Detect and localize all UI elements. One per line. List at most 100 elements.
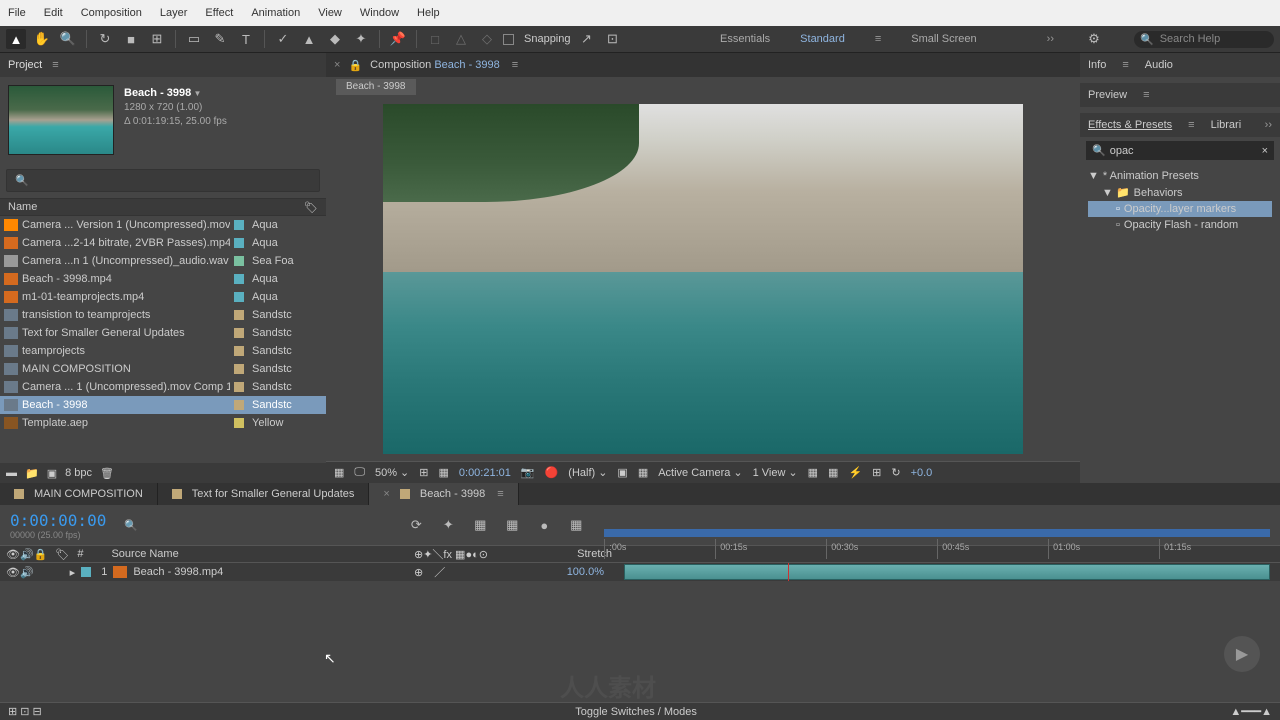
resolution-dropdown[interactable]: (Half) ⌄ bbox=[568, 466, 607, 479]
view-dropdown[interactable]: 1 View ⌄ bbox=[753, 466, 798, 479]
snapping-checkbox[interactable] bbox=[503, 34, 514, 45]
snap-option-icon[interactable]: ↗ bbox=[577, 29, 597, 49]
av-toggles-icon[interactable]: 👁🔊🔒 bbox=[6, 548, 47, 561]
toggle-switches-button[interactable]: Toggle Switches / Modes bbox=[575, 706, 697, 718]
workspace-essentials[interactable]: Essentials bbox=[720, 33, 770, 45]
bpc-label[interactable]: 8 bpc bbox=[65, 467, 92, 479]
source-col[interactable]: Source Name bbox=[111, 548, 178, 560]
roto-tool-icon[interactable]: ✦ bbox=[351, 29, 371, 49]
project-item[interactable]: teamprojects Sandstc bbox=[0, 342, 326, 360]
panel-menu-icon[interactable]: ≡ bbox=[1188, 119, 1194, 131]
label-swatch[interactable] bbox=[234, 328, 244, 338]
new-folder-icon[interactable]: 📁 bbox=[25, 467, 39, 480]
alpha-icon[interactable]: ▦ bbox=[334, 466, 344, 479]
rotate-tool-icon[interactable]: ↻ bbox=[95, 29, 115, 49]
project-item[interactable]: Template.aep Yellow bbox=[0, 414, 326, 432]
effects-search[interactable]: 🔍 × bbox=[1086, 141, 1274, 160]
rect-tool-icon[interactable]: ▭ bbox=[184, 29, 204, 49]
label-swatch[interactable] bbox=[234, 418, 244, 428]
timeline-tab[interactable]: MAIN COMPOSITION bbox=[0, 483, 158, 505]
overflow-icon[interactable]: ›› bbox=[1265, 119, 1272, 131]
menu-help[interactable]: Help bbox=[417, 7, 440, 19]
current-timecode[interactable]: 0:00:00:00 bbox=[0, 511, 116, 530]
transparency-icon[interactable]: ▦ bbox=[638, 466, 648, 479]
breadcrumb-item[interactable]: Beach - 3998 bbox=[336, 79, 416, 95]
workspace-standard[interactable]: Standard bbox=[800, 33, 845, 45]
composition-viewer[interactable] bbox=[326, 97, 1080, 461]
preset-opacity-markers[interactable]: ▫ Opacity...layer markers bbox=[1088, 201, 1272, 217]
effects-search-input[interactable] bbox=[1110, 145, 1258, 157]
project-item[interactable]: Camera ...2-14 bitrate, 2VBR Passes).mp4… bbox=[0, 234, 326, 252]
tree-animation-presets[interactable]: ▼ * Animation Presets bbox=[1088, 168, 1272, 184]
shy-icon[interactable]: ⟳ bbox=[406, 515, 426, 535]
layer-duration-bar[interactable] bbox=[624, 564, 1270, 580]
menu-file[interactable]: File bbox=[8, 7, 26, 19]
label-swatch[interactable] bbox=[234, 292, 244, 302]
pixel-aspect-icon[interactable]: ▦ bbox=[828, 466, 838, 479]
workspace-small-screen[interactable]: Small Screen bbox=[911, 33, 976, 45]
project-item[interactable]: Camera ... 1 (Uncompressed).mov Comp 1 S… bbox=[0, 378, 326, 396]
project-search[interactable]: 🔍 bbox=[6, 169, 320, 192]
close-icon[interactable]: × bbox=[383, 488, 389, 500]
label-swatch[interactable] bbox=[234, 256, 244, 266]
grid-icon[interactable]: ▦ bbox=[438, 466, 448, 479]
zoom-slider[interactable]: ▲━━━▲ bbox=[1230, 705, 1272, 718]
timeline-search[interactable]: 🔍 bbox=[116, 516, 396, 535]
pan-behind-tool-icon[interactable]: ⊞ bbox=[147, 29, 167, 49]
visibility-icon[interactable]: 👁🔊 bbox=[6, 566, 34, 579]
col-name[interactable]: Name bbox=[8, 201, 304, 213]
puppet-tool-icon[interactable]: 📌 bbox=[388, 29, 408, 49]
num-col[interactable]: # bbox=[77, 548, 83, 560]
workspace-overflow-icon[interactable]: ›› bbox=[1047, 33, 1054, 45]
channel-icon[interactable]: 🔴 bbox=[545, 466, 559, 479]
project-item[interactable]: Text for Smaller General Updates Sandstc bbox=[0, 324, 326, 342]
viewer-time[interactable]: 0:00:21:01 bbox=[459, 467, 511, 479]
playhead[interactable] bbox=[788, 563, 789, 581]
menu-window[interactable]: Window bbox=[360, 7, 399, 19]
panel-menu-icon[interactable]: ≡ bbox=[1143, 89, 1149, 101]
label-swatch[interactable] bbox=[234, 238, 244, 248]
selection-tool-icon[interactable]: ▲ bbox=[6, 29, 26, 49]
settings-icon[interactable]: ⚙ bbox=[1084, 29, 1104, 49]
comp-tab-title[interactable]: Composition Beach - 3998 bbox=[370, 59, 500, 71]
snap-grid-icon[interactable]: ⊡ bbox=[603, 29, 623, 49]
timeline-icon[interactable]: ⊞ bbox=[872, 466, 881, 479]
project-tab[interactable]: Project bbox=[8, 59, 42, 71]
camera-dropdown[interactable]: Active Camera ⌄ bbox=[658, 466, 742, 479]
label-swatch[interactable] bbox=[234, 346, 244, 356]
audio-tab[interactable]: Audio bbox=[1145, 59, 1173, 71]
project-item[interactable]: MAIN COMPOSITION Sandstc bbox=[0, 360, 326, 378]
comp-panel-menu-icon[interactable]: ≡ bbox=[512, 59, 518, 71]
close-tab-icon[interactable]: × bbox=[334, 59, 340, 71]
clear-search-icon[interactable]: × bbox=[1262, 145, 1268, 157]
frame-blend-icon[interactable]: ✦ bbox=[438, 515, 458, 535]
label-swatch[interactable] bbox=[234, 364, 244, 374]
lock-icon[interactable]: 🔒 bbox=[348, 59, 362, 72]
label-swatch[interactable] bbox=[234, 382, 244, 392]
project-item[interactable]: Camera ...n 1 (Uncompressed)_audio.wav S… bbox=[0, 252, 326, 270]
trash-icon[interactable]: 🗑 bbox=[100, 467, 114, 480]
fast-preview-icon[interactable]: ⚡ bbox=[848, 466, 862, 479]
zoom-tool-icon[interactable]: 🔍 bbox=[58, 29, 78, 49]
label-swatch[interactable] bbox=[234, 274, 244, 284]
project-item[interactable]: m1-01-teamprojects.mp4 Aqua bbox=[0, 288, 326, 306]
layer-switches[interactable]: ⊕ ／ bbox=[414, 564, 445, 580]
camera-tool-icon[interactable]: ■ bbox=[121, 29, 141, 49]
text-tool-icon[interactable]: T bbox=[236, 29, 256, 49]
menu-layer[interactable]: Layer bbox=[160, 7, 188, 19]
view-opt-icon[interactable]: ▦ bbox=[808, 466, 818, 479]
menu-effect[interactable]: Effect bbox=[205, 7, 233, 19]
stretch-value[interactable]: 100.0% bbox=[567, 566, 604, 578]
panel-menu-icon[interactable]: ≡ bbox=[1122, 59, 1128, 71]
monitor-icon[interactable]: 🖵 bbox=[354, 466, 365, 479]
timeline-tab[interactable]: ×Beach - 3998 ≡ bbox=[369, 483, 518, 505]
hand-tool-icon[interactable]: ✋ bbox=[32, 29, 52, 49]
menu-animation[interactable]: Animation bbox=[251, 7, 300, 19]
motion-blur-icon[interactable]: ▦ bbox=[470, 515, 490, 535]
layer-name[interactable]: Beach - 3998.mp4 bbox=[133, 566, 223, 578]
pen-tool-icon[interactable]: ✎ bbox=[210, 29, 230, 49]
preview-tab[interactable]: Preview bbox=[1088, 89, 1127, 101]
tree-behaviors[interactable]: ▼ 📁 Behaviors bbox=[1088, 184, 1272, 201]
graph-icon[interactable]: ▦ bbox=[502, 515, 522, 535]
label-col-icon[interactable]: 🏷 bbox=[55, 548, 69, 561]
